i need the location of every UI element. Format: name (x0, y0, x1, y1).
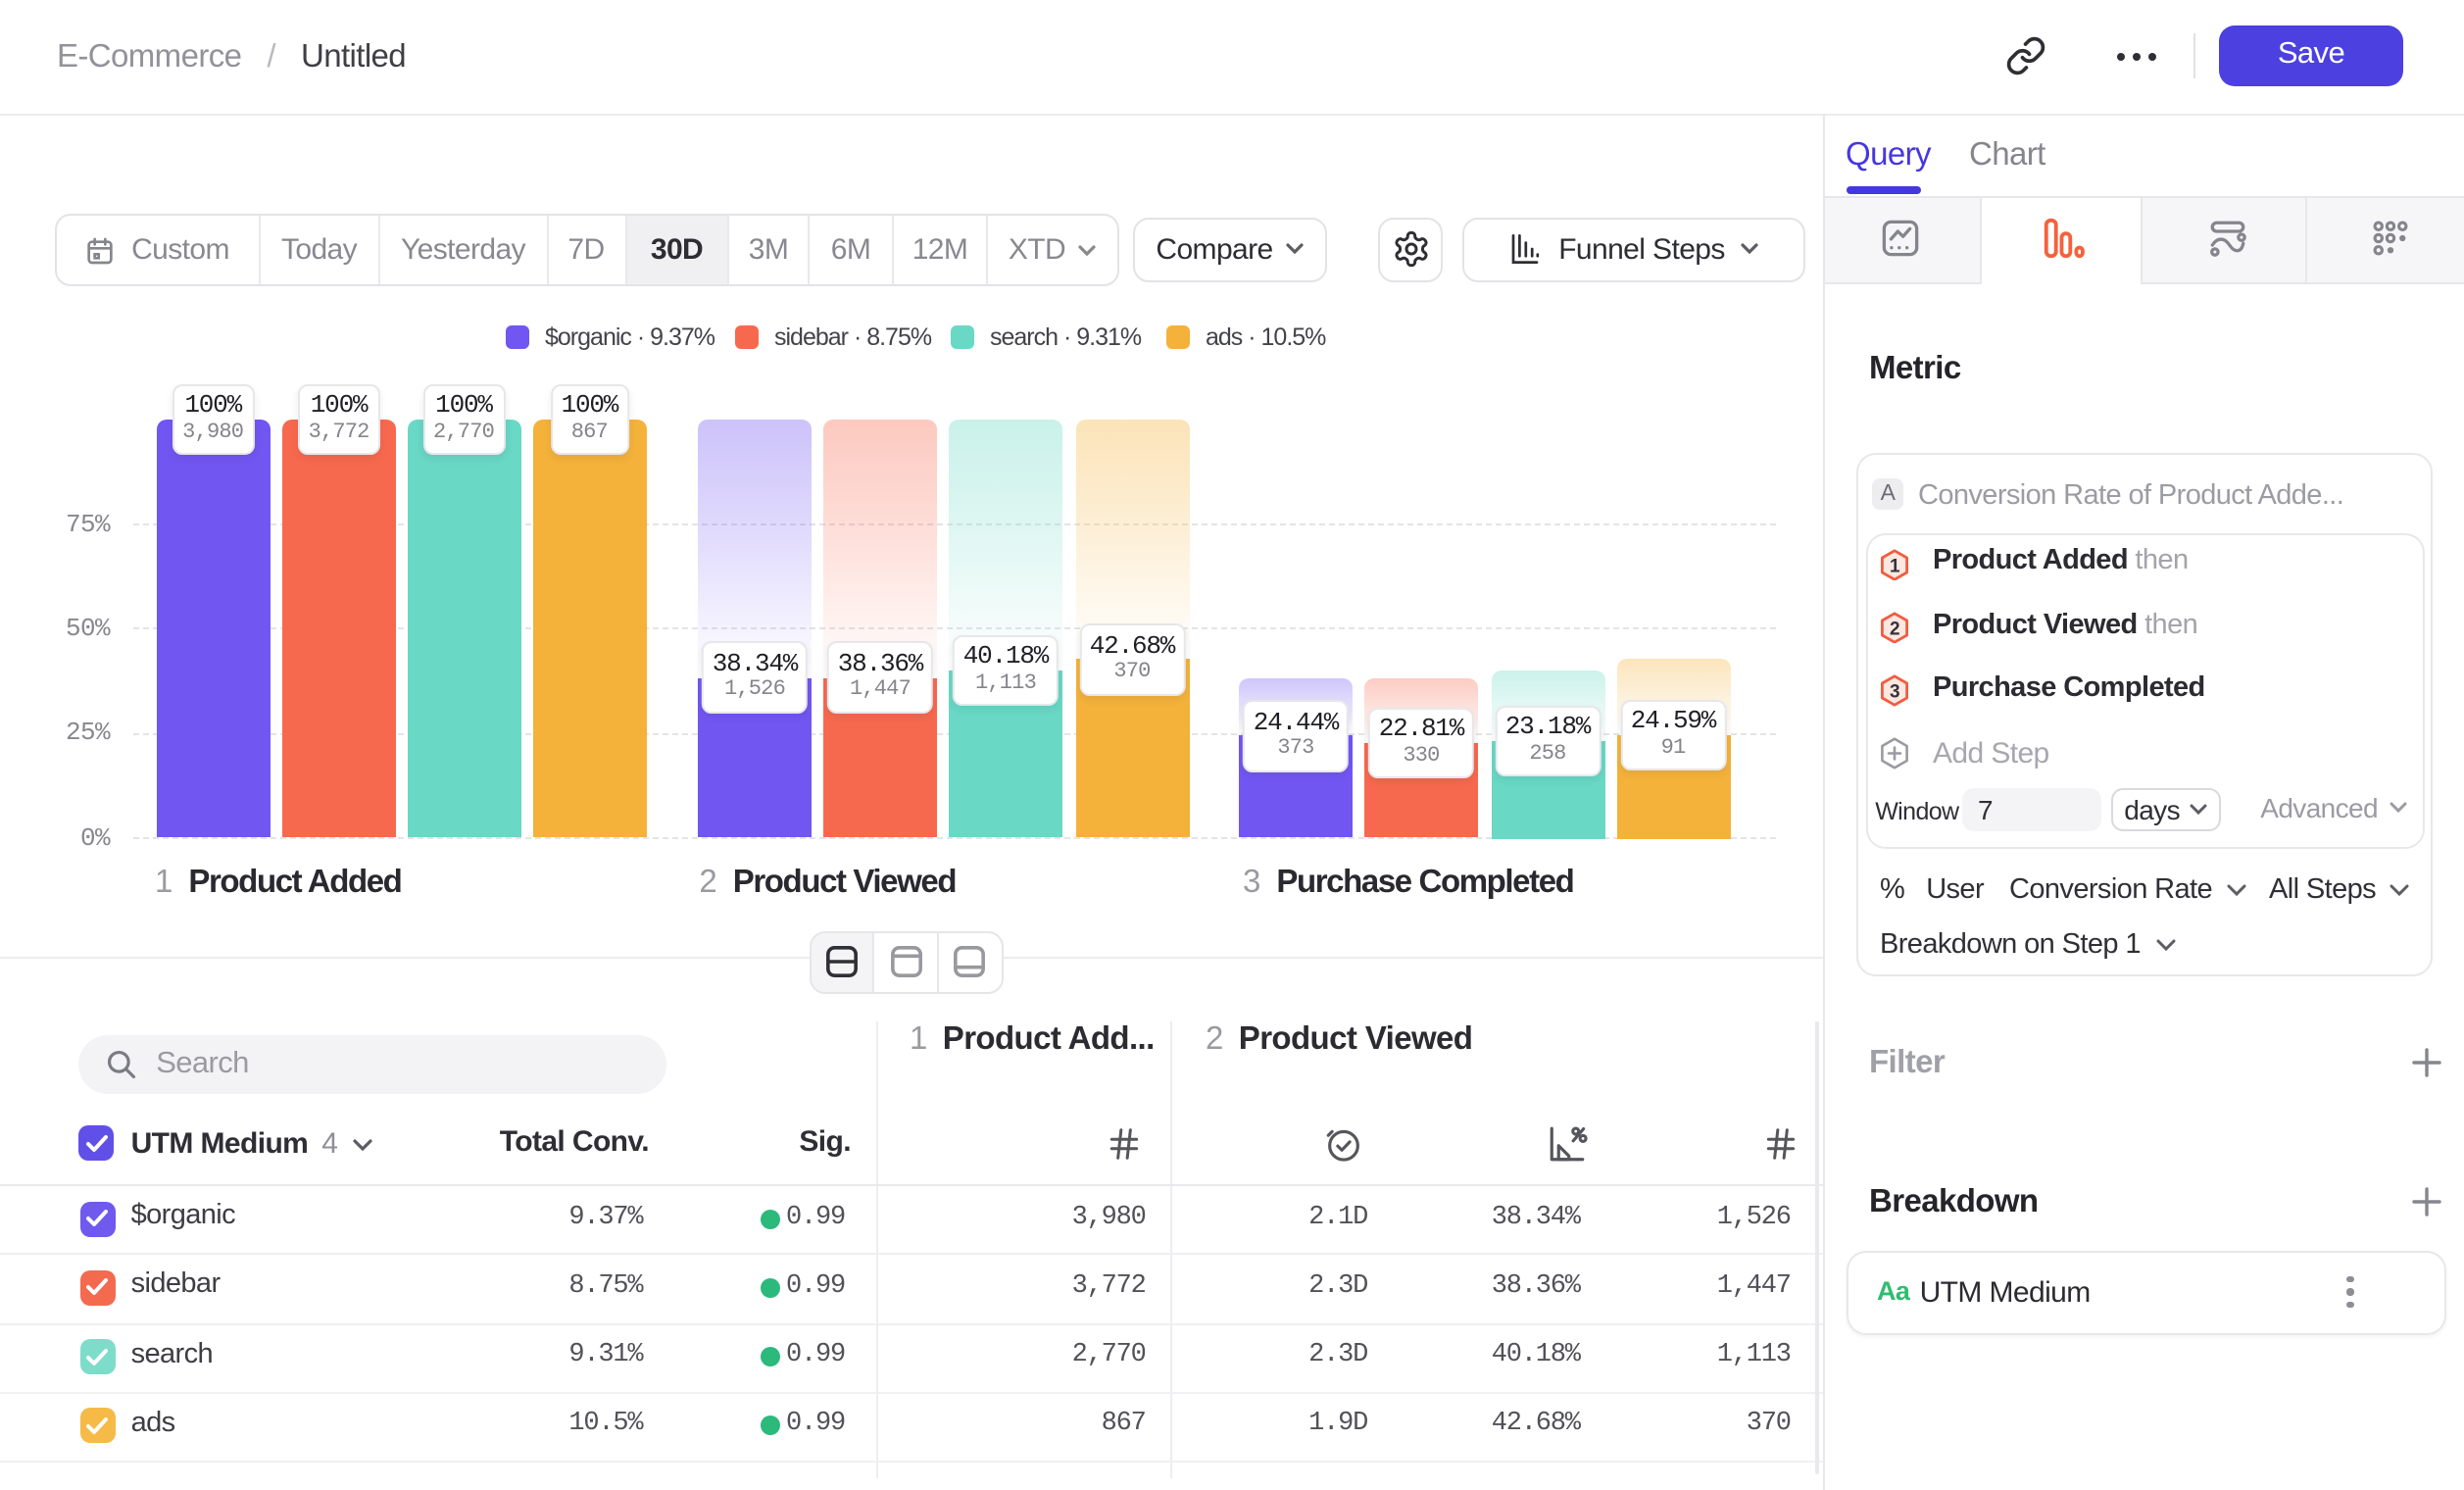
svg-text:1: 1 (1889, 556, 1899, 576)
svg-text:2: 2 (1889, 619, 1898, 639)
svg-text:3: 3 (1889, 681, 1898, 702)
